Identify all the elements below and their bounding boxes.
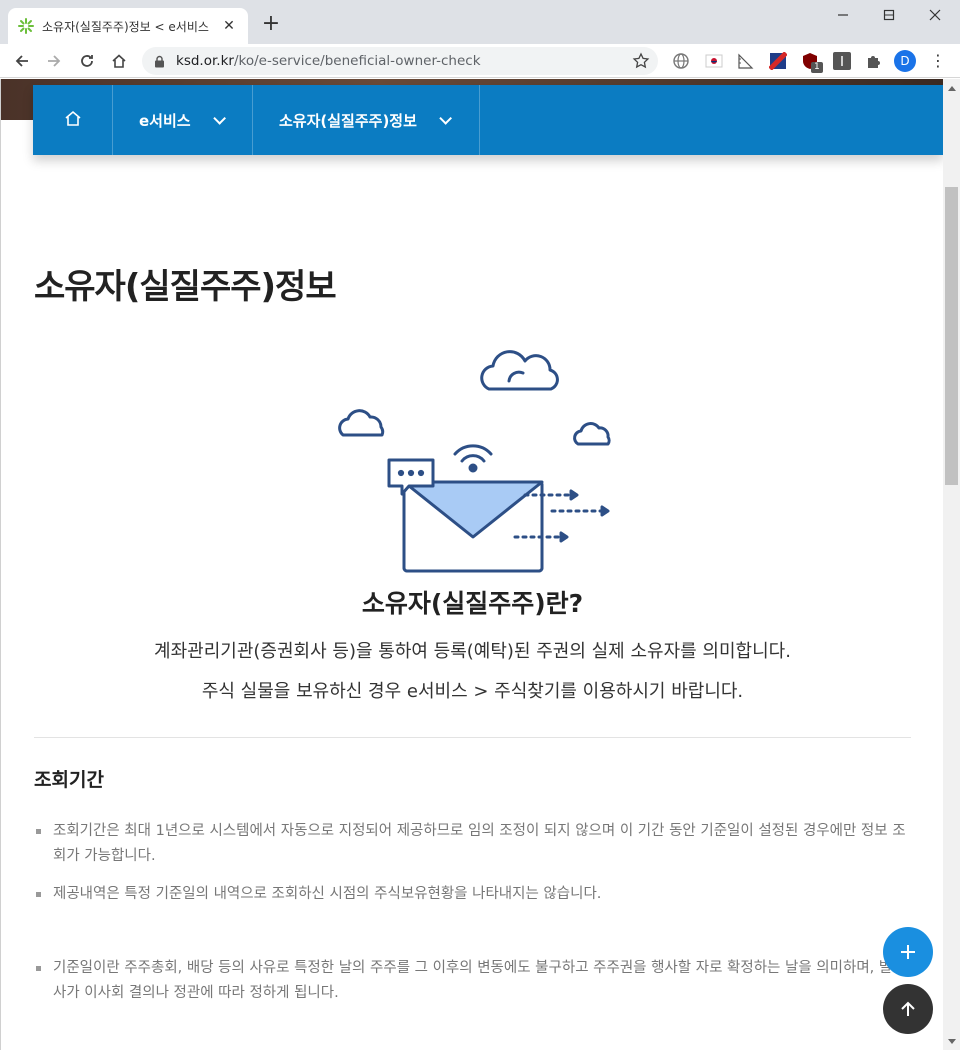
profile-avatar[interactable]: D bbox=[894, 50, 916, 72]
tab-title: 소유자(실질주주)정보 < e서비스 bbox=[42, 19, 209, 34]
chevron-down-icon bbox=[212, 111, 226, 125]
home-icon bbox=[64, 109, 82, 131]
plus-icon bbox=[901, 945, 915, 959]
scroll-down-arrow-icon[interactable] bbox=[943, 1033, 960, 1050]
vertical-scrollbar[interactable] bbox=[943, 79, 960, 1050]
gnb-menu-eservice-label: e서비스 bbox=[139, 111, 191, 130]
reload-button[interactable] bbox=[74, 48, 100, 74]
scroll-to-top-button[interactable] bbox=[883, 984, 933, 1034]
description-line-2: 주식 실물을 보유하신 경우 e서비스 > 주식찾기를 이용하시기 바랍니다. bbox=[201, 681, 744, 702]
new-tab-button[interactable]: + bbox=[258, 12, 284, 38]
site-favicon-icon bbox=[18, 18, 34, 34]
scrollbar-thumb[interactable] bbox=[945, 187, 958, 485]
bookmark-star-icon[interactable] bbox=[632, 52, 650, 70]
tab-close-icon[interactable]: ✕ bbox=[220, 17, 238, 35]
puzzle-extensions-icon[interactable] bbox=[865, 52, 883, 70]
scroll-up-arrow-icon[interactable] bbox=[943, 79, 960, 96]
forward-button[interactable] bbox=[41, 48, 67, 74]
note-item: 기준일이란 주주총회, 배당 등의 사유로 특정한 날의 주주를 그 이후의 변… bbox=[34, 956, 914, 1006]
url-host: ksd.or.kr bbox=[176, 53, 234, 69]
browser-tab-strip: 소유자(실질주주)정보 < e서비스 ✕ + bbox=[0, 0, 960, 44]
browser-menu-icon[interactable]: ⋮ bbox=[928, 49, 948, 73]
address-bar[interactable]: ksd.or.kr/ko/e-service/beneficial-owner-… bbox=[142, 47, 658, 75]
browser-tab[interactable]: 소유자(실질주주)정보 < e서비스 ✕ bbox=[8, 8, 248, 44]
url-path: /ko/e-service/beneficial-owner-check bbox=[233, 53, 481, 69]
dark-extension-icon[interactable] bbox=[833, 52, 851, 70]
globe-extension-icon[interactable] bbox=[672, 52, 690, 70]
cloud-icon bbox=[480, 350, 559, 391]
korea-flag-extension-icon[interactable] bbox=[705, 52, 723, 70]
ruler-extension-icon[interactable] bbox=[737, 52, 755, 70]
note-item: 제공내역은 특정 기준일의 내역으로 조회하신 시점의 주식보유현황을 나타내지… bbox=[34, 882, 914, 907]
browser-toolbar: ksd.or.kr/ko/e-service/beneficial-owner-… bbox=[0, 44, 960, 78]
flag-extension-icon[interactable] bbox=[768, 51, 788, 71]
gnb-home-button[interactable] bbox=[33, 85, 113, 155]
envelope-illustration bbox=[331, 341, 621, 581]
note-item: 조회기간은 최대 1년으로 시스템에서 자동으로 지정되어 제공하므로 임의 조… bbox=[34, 819, 914, 869]
close-window-icon[interactable] bbox=[912, 0, 958, 30]
section-subtitle: 소유자(실질주주)란? bbox=[361, 589, 584, 618]
lock-icon bbox=[154, 54, 166, 68]
divider bbox=[34, 737, 911, 738]
description-line-1: 계좌관리기관(증권회사 등)을 통하여 등록(예탁)된 주권의 실제 소유자를 … bbox=[154, 641, 791, 662]
url-text: ksd.or.kr/ko/e-service/beneficial-owner-… bbox=[176, 53, 481, 69]
maximize-window-icon[interactable] bbox=[866, 0, 912, 30]
floating-plus-button[interactable] bbox=[883, 927, 933, 977]
cloud-icon bbox=[338, 409, 385, 437]
back-button[interactable] bbox=[9, 48, 35, 74]
minimize-window-icon[interactable] bbox=[820, 0, 866, 30]
page-viewport: e서비스 소유자(실질주주)정보 소유자(실질주주)정보 소유자(실질주주)란?… bbox=[0, 79, 943, 1050]
query-period-heading: 조회기간 bbox=[34, 769, 104, 791]
arrow-up-icon bbox=[901, 1001, 915, 1016]
chevron-down-icon bbox=[439, 111, 452, 125]
gnb-menu-beneficial-owner-label: 소유자(실질주주)정보 bbox=[279, 111, 417, 130]
cloud-icon bbox=[573, 422, 611, 446]
gnb-menu-eservice[interactable]: e서비스 bbox=[113, 85, 253, 155]
home-button[interactable] bbox=[106, 48, 132, 74]
page-title: 소유자(실질주주)정보 bbox=[34, 267, 337, 307]
gnb-menu-beneficial-owner[interactable]: 소유자(실질주주)정보 bbox=[253, 85, 480, 155]
extension-badge: 1 bbox=[811, 62, 823, 73]
wifi-icon bbox=[453, 444, 493, 456]
global-navigation-bar: e서비스 소유자(실질주주)정보 bbox=[33, 85, 943, 155]
ublock-extension-icon[interactable]: 1 bbox=[801, 52, 823, 73]
